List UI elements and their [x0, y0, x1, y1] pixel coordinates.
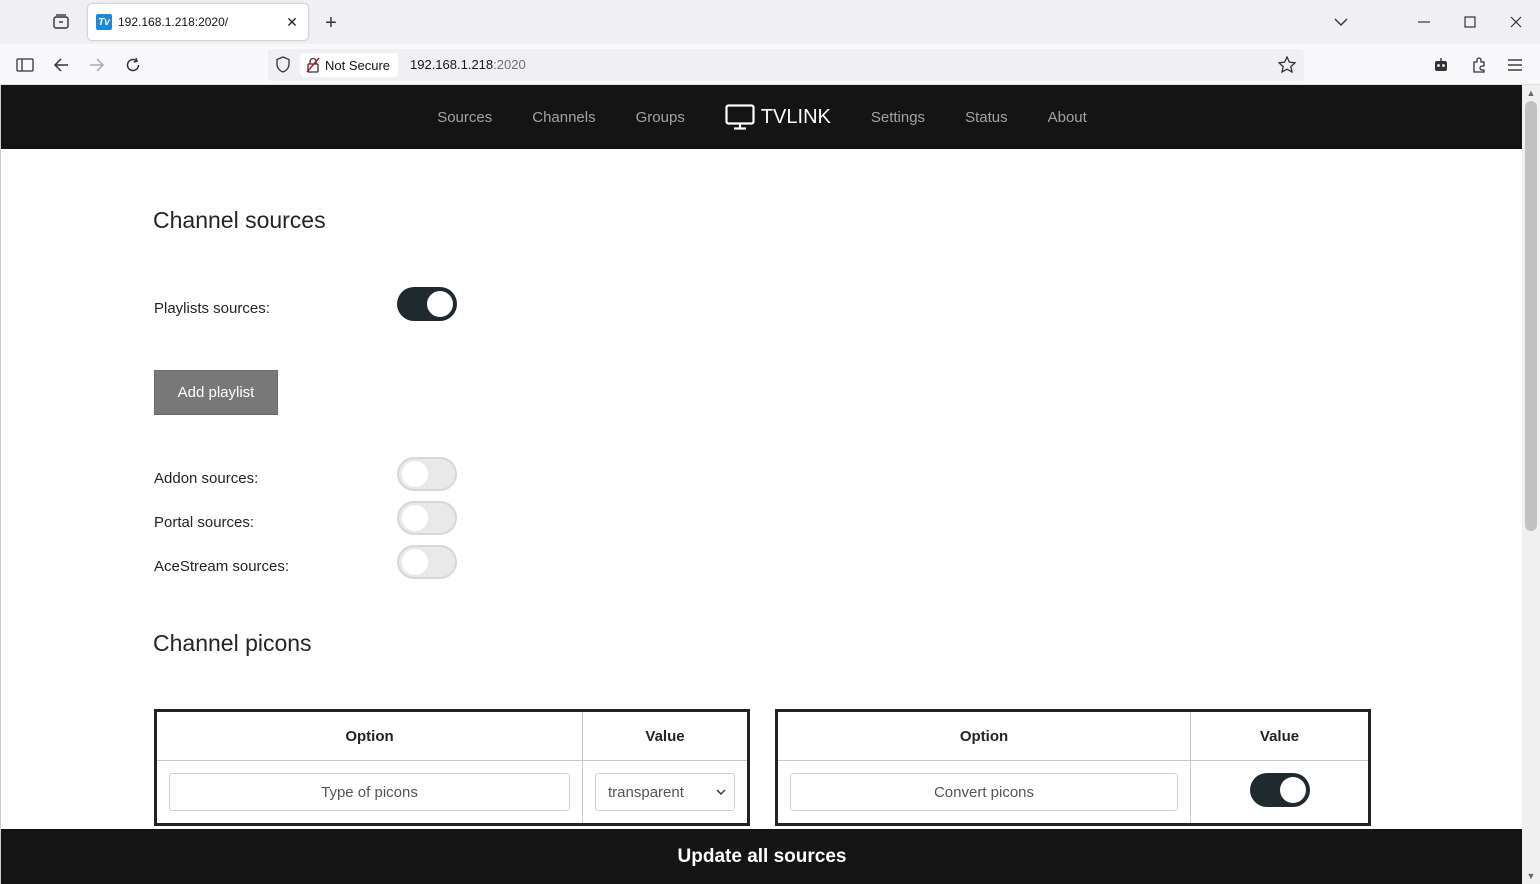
- url-text[interactable]: 192.168.1.218:2020: [410, 57, 526, 72]
- reload-icon[interactable]: [120, 52, 146, 78]
- url-port: :2020: [493, 57, 526, 72]
- scroll-up-arrow-icon[interactable]: ▲: [1522, 85, 1540, 101]
- type-of-picons-field[interactable]: Type of picons: [169, 773, 570, 811]
- tv-monitor-icon: [725, 104, 755, 130]
- picons-type-selected: transparent: [608, 783, 684, 801]
- new-tab-icon[interactable]: +: [320, 12, 342, 34]
- playlists-sources-label: Playlists sources:: [154, 300, 270, 317]
- tab-overview-icon[interactable]: [50, 12, 72, 32]
- nav-link-groups[interactable]: Groups: [636, 109, 685, 126]
- menu-hamburger-icon[interactable]: [1502, 52, 1528, 78]
- picons-options-table-right: Option Value Convert picons: [775, 709, 1371, 826]
- forward-arrow-icon[interactable]: [84, 52, 110, 78]
- close-tab-icon[interactable]: ✕: [284, 14, 300, 31]
- page-viewport: Sources Channels Groups TVLINK Settings …: [0, 85, 1522, 884]
- convert-picons-field[interactable]: Convert picons: [790, 773, 1178, 811]
- maximize-icon[interactable]: [1460, 12, 1480, 32]
- nav-link-status[interactable]: Status: [965, 109, 1008, 126]
- not-secure-badge[interactable]: Not Secure: [300, 53, 399, 77]
- scrollbar-thumb[interactable]: [1525, 101, 1537, 531]
- tab-title: 192.168.1.218:2020/: [118, 15, 229, 29]
- channel-sources-heading: Channel sources: [153, 207, 326, 233]
- column-header-option: Option: [776, 710, 1191, 761]
- scroll-down-arrow-icon[interactable]: ▼: [1522, 868, 1540, 884]
- nav-link-sources[interactable]: Sources: [437, 109, 492, 126]
- nav-link-channels[interactable]: Channels: [532, 109, 595, 126]
- picons-type-select[interactable]: transparent: [595, 773, 735, 811]
- tvlink-favicon-icon: Tv: [96, 14, 112, 30]
- nav-link-about[interactable]: About: [1048, 109, 1087, 126]
- site-navbar: Sources Channels Groups TVLINK Settings …: [1, 85, 1522, 149]
- toggle-knob: [402, 505, 428, 531]
- portal-sources-toggle[interactable]: [397, 501, 457, 535]
- tab-list-chevron-down-icon[interactable]: [1330, 12, 1352, 32]
- brand-logo[interactable]: TVLINK: [725, 104, 831, 130]
- convert-picons-toggle[interactable]: [1250, 773, 1310, 807]
- channel-picons-heading: Channel picons: [153, 630, 312, 656]
- browser-tab-bar: Tv 192.168.1.218:2020/ ✕ +: [0, 0, 1540, 44]
- add-playlist-button[interactable]: Add playlist: [154, 370, 278, 415]
- update-all-sources-button[interactable]: Update all sources: [1, 829, 1522, 884]
- nav-link-settings[interactable]: Settings: [871, 109, 925, 126]
- acestream-sources-label: AceStream sources:: [154, 558, 290, 575]
- chevron-down-icon: [716, 789, 726, 795]
- column-header-value: Value: [582, 710, 749, 761]
- extensions-puzzle-icon[interactable]: [1466, 52, 1492, 78]
- page-scrollbar[interactable]: ▲ ▼: [1522, 85, 1540, 884]
- table-row: Convert picons: [776, 760, 1370, 825]
- toggle-knob: [402, 549, 428, 575]
- toggle-knob: [1280, 777, 1306, 803]
- tracking-protection-shield-icon[interactable]: [276, 56, 290, 78]
- table-row: Type of picons transparent: [155, 760, 749, 825]
- url-host: 192.168.1.218: [410, 57, 494, 72]
- bookmark-star-icon[interactable]: [1277, 55, 1297, 78]
- column-header-value: Value: [1190, 710, 1370, 761]
- sidebar-toggle-icon[interactable]: [12, 52, 38, 78]
- acestream-sources-toggle[interactable]: [397, 545, 457, 579]
- column-header-option: Option: [155, 710, 583, 761]
- addon-sources-label: Addon sources:: [154, 470, 259, 487]
- browser-tab[interactable]: Tv 192.168.1.218:2020/ ✕: [88, 4, 308, 40]
- toggle-knob: [402, 461, 428, 487]
- minimize-icon[interactable]: [1414, 12, 1434, 32]
- address-bar[interactable]: Not Secure 192.168.1.218:2020: [268, 49, 1304, 81]
- brand-name: TVLINK: [760, 105, 831, 128]
- picons-options-table-left: Option Value Type of picons transparent: [154, 709, 750, 826]
- browser-nav-bar: Not Secure 192.168.1.218:2020: [0, 44, 1540, 85]
- portal-sources-label: Portal sources:: [154, 514, 255, 531]
- back-arrow-icon[interactable]: [48, 52, 74, 78]
- playlists-sources-toggle[interactable]: [397, 287, 457, 321]
- toggle-knob: [427, 291, 453, 317]
- window-close-icon[interactable]: [1506, 12, 1526, 32]
- extension-robot-icon[interactable]: [1428, 52, 1454, 78]
- not-secure-label: Not Secure: [325, 57, 391, 73]
- addon-sources-toggle[interactable]: [397, 457, 457, 491]
